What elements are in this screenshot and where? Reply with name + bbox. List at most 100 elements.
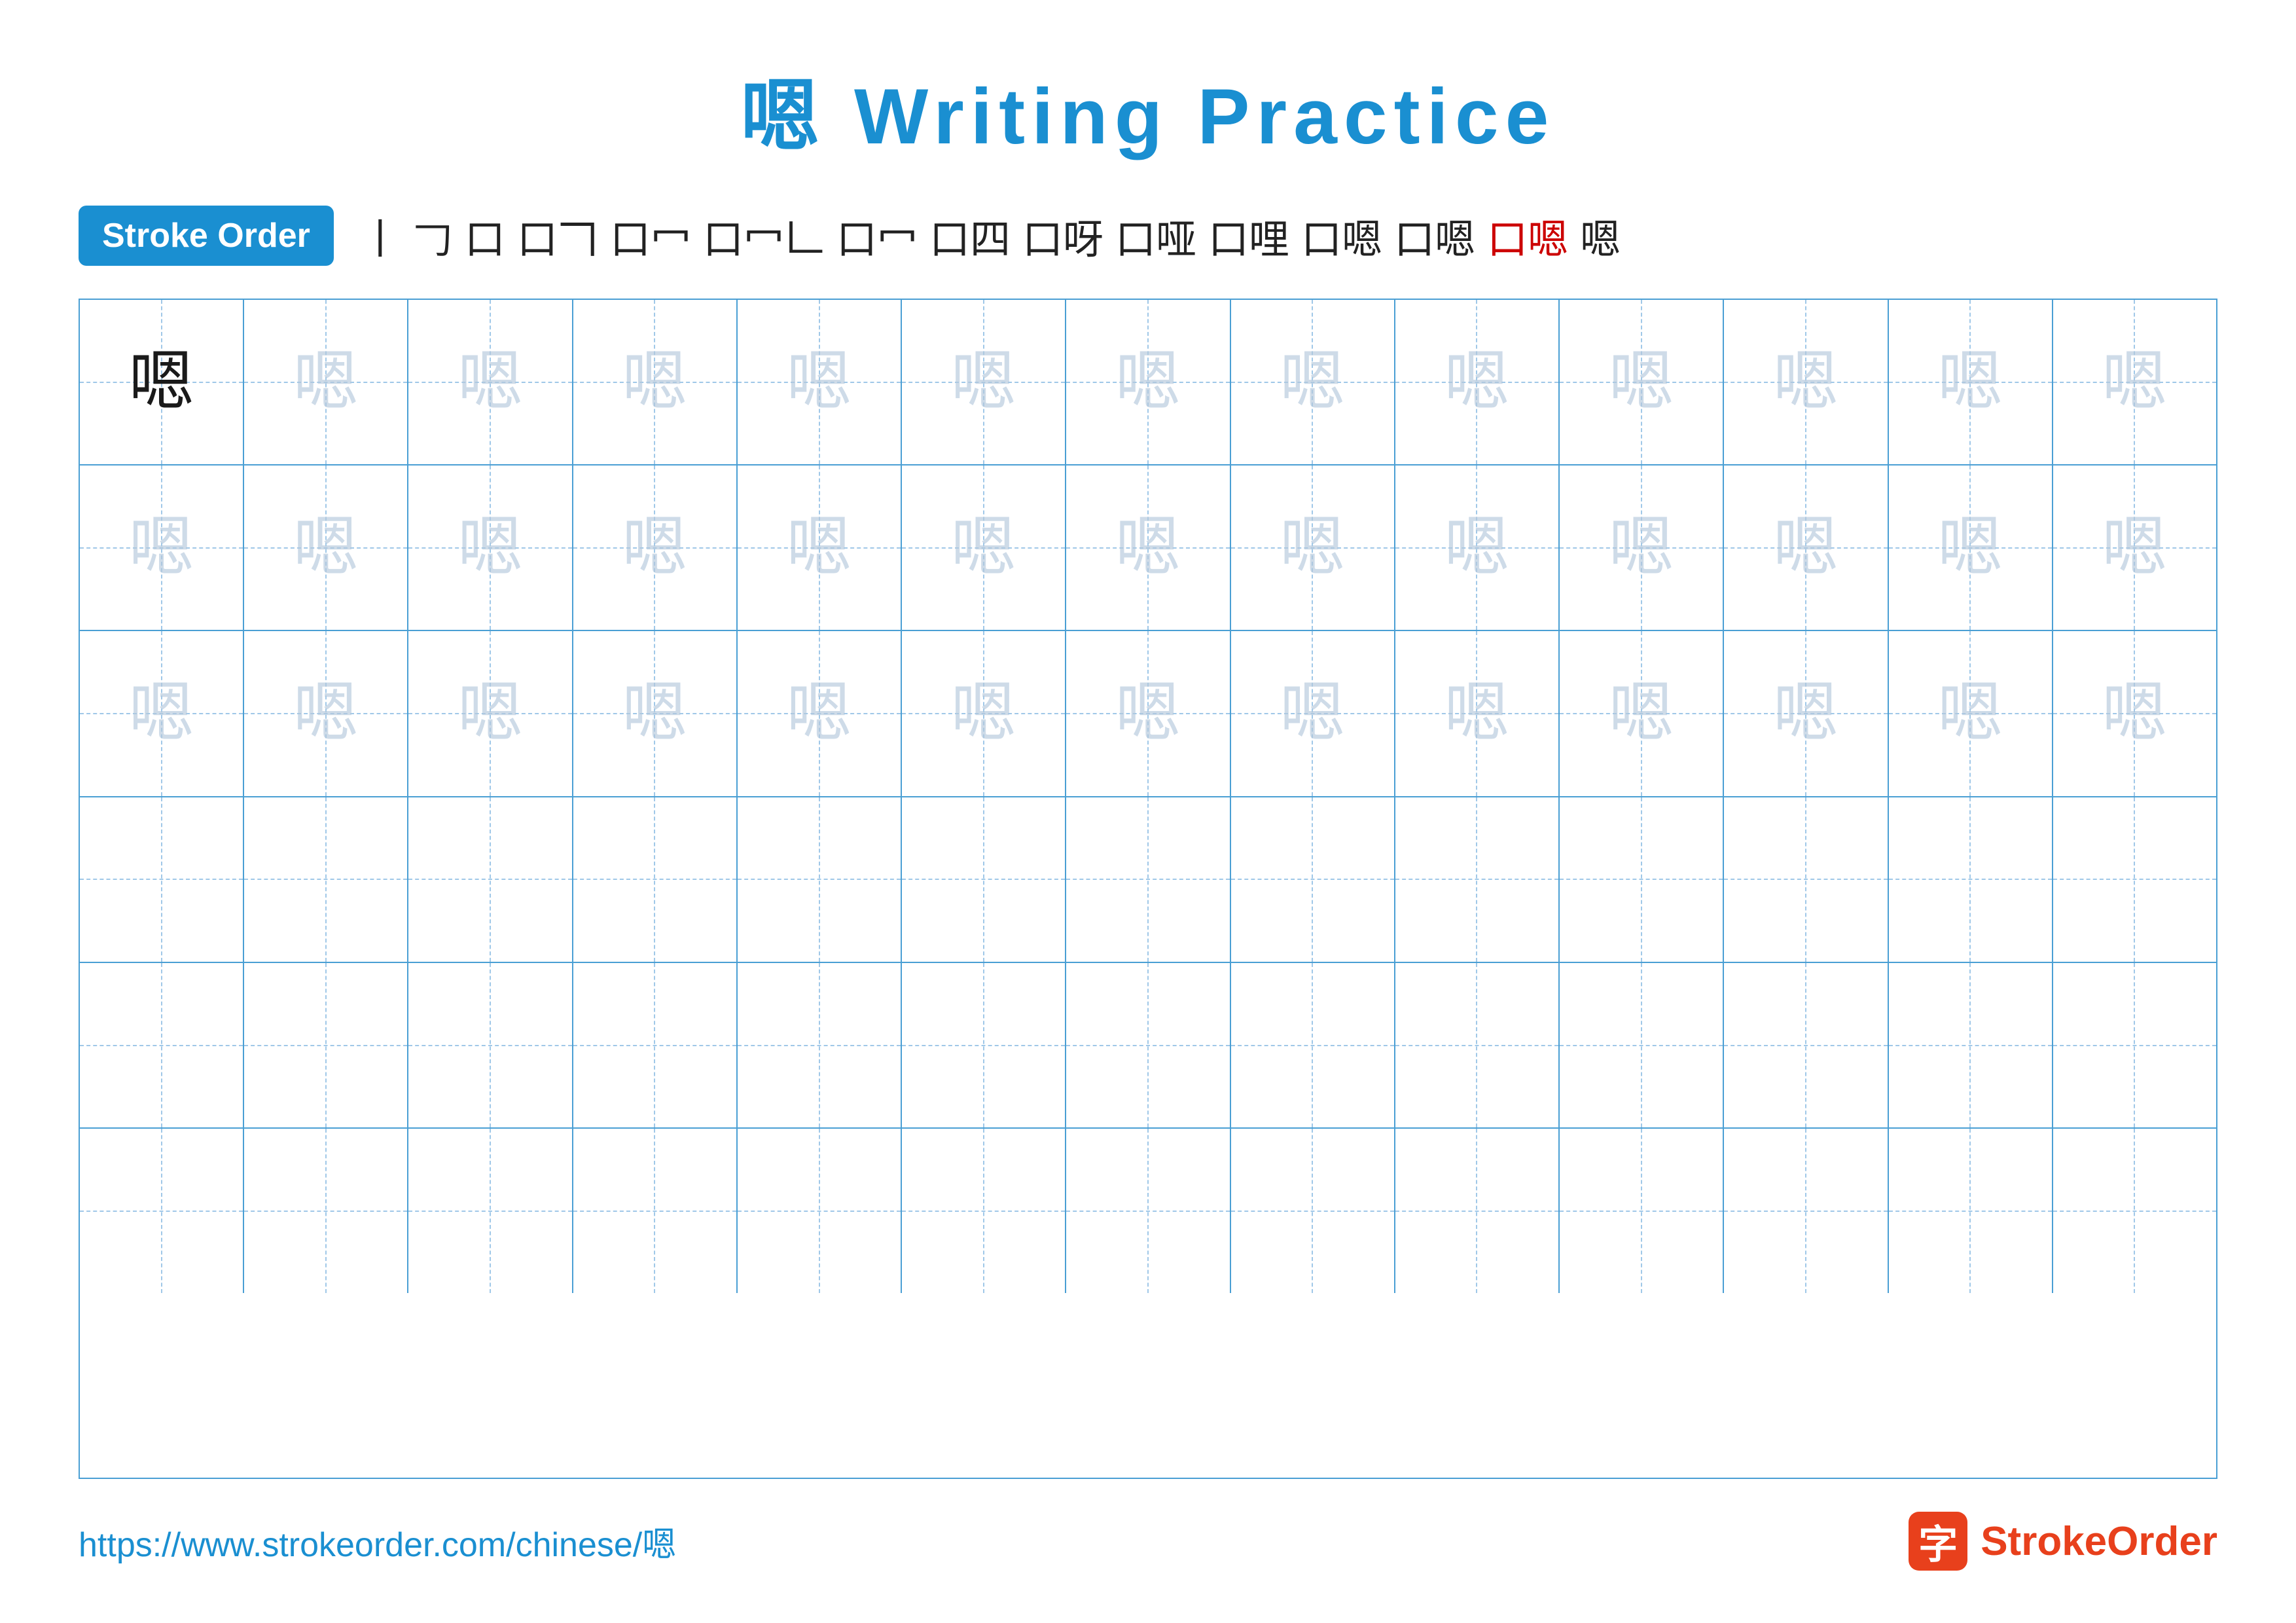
char-light: 嗯: [1115, 350, 1181, 415]
stroke-order-row: Stroke Order 丨 𠃌 口 口𠃍 口冖 口冖𠃊 口冖𠃎 口四 口呀 口…: [79, 206, 2217, 266]
grid-cell-6-12[interactable]: [1889, 1129, 2053, 1293]
grid-cell-6-3[interactable]: [408, 1129, 573, 1293]
grid-cell-6-4[interactable]: [573, 1129, 738, 1293]
grid-cell-1-1[interactable]: 嗯: [80, 300, 244, 464]
grid-cell-5-10[interactable]: [1560, 963, 1724, 1127]
grid-cell-4-13[interactable]: [2053, 797, 2216, 962]
char-light: 嗯: [293, 515, 359, 581]
grid-cell-6-6[interactable]: [902, 1129, 1066, 1293]
stroke-7: 口冖𠃎: [836, 206, 918, 265]
logo-char: 字: [1918, 1513, 1958, 1570]
grid-cell-4-7[interactable]: [1066, 797, 1230, 962]
grid-cell-4-2[interactable]: [244, 797, 408, 962]
grid-cell-6-7[interactable]: [1066, 1129, 1230, 1293]
grid-cell-3-10[interactable]: 嗯: [1560, 631, 1724, 795]
grid-cell-6-10[interactable]: [1560, 1129, 1724, 1293]
grid-cell-2-3[interactable]: 嗯: [408, 465, 573, 630]
grid-cell-3-9[interactable]: 嗯: [1395, 631, 1560, 795]
grid-cell-2-9[interactable]: 嗯: [1395, 465, 1560, 630]
grid-cell-4-12[interactable]: [1889, 797, 2053, 962]
char-light: 嗯: [1937, 515, 2003, 581]
grid-cell-5-3[interactable]: [408, 963, 573, 1127]
grid-cell-5-2[interactable]: [244, 963, 408, 1127]
grid-cell-6-8[interactable]: [1231, 1129, 1395, 1293]
grid-cell-2-5[interactable]: 嗯: [738, 465, 902, 630]
grid-cell-6-1[interactable]: [80, 1129, 244, 1293]
grid-cell-3-1[interactable]: 嗯: [80, 631, 244, 795]
grid-cell-2-7[interactable]: 嗯: [1066, 465, 1230, 630]
grid-cell-1-9[interactable]: 嗯: [1395, 300, 1560, 464]
grid-cell-4-8[interactable]: [1231, 797, 1395, 962]
grid-cell-3-2[interactable]: 嗯: [244, 631, 408, 795]
grid-cell-6-2[interactable]: [244, 1129, 408, 1293]
grid-cell-3-13[interactable]: 嗯: [2053, 631, 2216, 795]
grid-cell-4-10[interactable]: [1560, 797, 1724, 962]
grid-cell-5-11[interactable]: [1724, 963, 1888, 1127]
footer-url[interactable]: https://www.strokeorder.com/chinese/嗯: [79, 1517, 676, 1566]
char-light: 嗯: [1280, 515, 1345, 581]
char-light: 嗯: [457, 350, 523, 415]
grid-cell-2-8[interactable]: 嗯: [1231, 465, 1395, 630]
grid-cell-2-1[interactable]: 嗯: [80, 465, 244, 630]
grid-cell-5-1[interactable]: [80, 963, 244, 1127]
grid-cell-3-7[interactable]: 嗯: [1066, 631, 1230, 795]
grid-cell-1-10[interactable]: 嗯: [1560, 300, 1724, 464]
stroke-2: 𠃌: [412, 206, 453, 265]
grid-cell-1-7[interactable]: 嗯: [1066, 300, 1230, 464]
grid-cell-1-5[interactable]: 嗯: [738, 300, 902, 464]
grid-cell-4-6[interactable]: [902, 797, 1066, 962]
grid-cell-3-4[interactable]: 嗯: [573, 631, 738, 795]
grid-cell-1-4[interactable]: 嗯: [573, 300, 738, 464]
grid-cell-5-5[interactable]: [738, 963, 902, 1127]
grid-cell-1-12[interactable]: 嗯: [1889, 300, 2053, 464]
grid-cell-5-4[interactable]: [573, 963, 738, 1127]
grid-cell-1-3[interactable]: 嗯: [408, 300, 573, 464]
char-light: 嗯: [1609, 681, 1674, 746]
grid-cell-2-13[interactable]: 嗯: [2053, 465, 2216, 630]
grid-cell-4-1[interactable]: [80, 797, 244, 962]
grid-cell-4-3[interactable]: [408, 797, 573, 962]
grid-cell-1-11[interactable]: 嗯: [1724, 300, 1888, 464]
char-light: 嗯: [1773, 515, 1839, 581]
stroke-8: 口四: [929, 206, 1011, 265]
grid-cell-2-12[interactable]: 嗯: [1889, 465, 2053, 630]
grid-cell-2-6[interactable]: 嗯: [902, 465, 1066, 630]
grid-cell-6-11[interactable]: [1724, 1129, 1888, 1293]
grid-cell-6-13[interactable]: [2053, 1129, 2216, 1293]
grid-cell-2-4[interactable]: 嗯: [573, 465, 738, 630]
grid-row-6: [80, 1129, 2216, 1293]
stroke-3: 口: [465, 206, 505, 265]
grid-cell-5-9[interactable]: [1395, 963, 1560, 1127]
grid-cell-3-8[interactable]: 嗯: [1231, 631, 1395, 795]
grid-cell-4-5[interactable]: [738, 797, 902, 962]
grid-cell-1-8[interactable]: 嗯: [1231, 300, 1395, 464]
grid-cell-3-12[interactable]: 嗯: [1889, 631, 2053, 795]
grid-cell-1-13[interactable]: 嗯: [2053, 300, 2216, 464]
grid-cell-2-11[interactable]: 嗯: [1724, 465, 1888, 630]
grid-cell-3-11[interactable]: 嗯: [1724, 631, 1888, 795]
stroke-12: 口嗯: [1301, 206, 1382, 265]
page-title: 嗯 Writing Practice: [741, 52, 1556, 166]
grid-cell-4-4[interactable]: [573, 797, 738, 962]
grid-cell-1-2[interactable]: 嗯: [244, 300, 408, 464]
grid-cell-2-2[interactable]: 嗯: [244, 465, 408, 630]
char-light: 嗯: [951, 350, 1016, 415]
grid-cell-3-6[interactable]: 嗯: [902, 631, 1066, 795]
grid-cell-6-9[interactable]: [1395, 1129, 1560, 1293]
grid-cell-5-6[interactable]: [902, 963, 1066, 1127]
grid-cell-5-12[interactable]: [1889, 963, 2053, 1127]
grid-cell-6-5[interactable]: [738, 1129, 902, 1293]
grid-cell-4-9[interactable]: [1395, 797, 1560, 962]
grid-cell-3-3[interactable]: 嗯: [408, 631, 573, 795]
grid-cell-5-8[interactable]: [1231, 963, 1395, 1127]
char-light: 嗯: [1773, 350, 1839, 415]
grid-cell-5-13[interactable]: [2053, 963, 2216, 1127]
stroke-9: 口呀: [1022, 206, 1103, 265]
grid-cell-3-5[interactable]: 嗯: [738, 631, 902, 795]
grid-cell-2-10[interactable]: 嗯: [1560, 465, 1724, 630]
stroke-15: 嗯: [1580, 206, 1621, 265]
grid-row-5: [80, 963, 2216, 1129]
grid-cell-1-6[interactable]: 嗯: [902, 300, 1066, 464]
grid-cell-4-11[interactable]: [1724, 797, 1888, 962]
grid-cell-5-7[interactable]: [1066, 963, 1230, 1127]
